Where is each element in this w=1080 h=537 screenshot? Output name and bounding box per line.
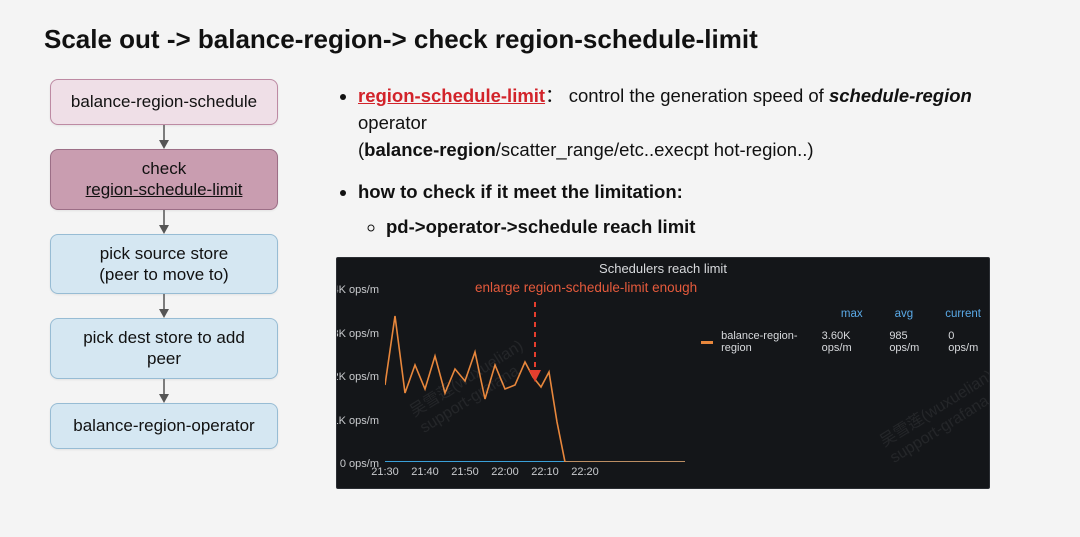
watermark: 吴雪莲(wuxuelian) support-grafana [877, 367, 990, 468]
chart-legend: max avg current balance-region-region 3.… [701, 308, 981, 354]
legend-col-max: max [841, 308, 863, 320]
legend-swatch-icon [701, 341, 713, 344]
bold: balance-region [364, 139, 496, 160]
check-head: how to check if it meet the limitation: [358, 181, 683, 202]
legend-series-name: balance-region-region [721, 330, 814, 354]
note-region-schedule-limit: region-schedule-limit： control the gener… [358, 83, 1040, 163]
annotation-arrowhead [529, 370, 541, 382]
y-tick: 2K ops/m [336, 371, 379, 383]
flow-arrow-icon [156, 210, 172, 234]
flow-box-pick-dest: pick dest store to add peer [50, 318, 278, 379]
slide-title: Scale out -> balance-region-> check regi… [44, 24, 1040, 55]
chart-title: Schedulers reach limit [337, 261, 989, 276]
legend-col-avg: avg [895, 308, 914, 320]
note-how-to-check: how to check if it meet the limitation: … [358, 179, 1040, 241]
flow-box-label-underline: region-schedule-limit [86, 179, 243, 200]
notes-list: region-schedule-limit： control the gener… [336, 83, 1040, 241]
em: schedule-region [829, 85, 972, 106]
legend-values: 3.60K ops/m 985 ops/m 0 ops/m [822, 330, 981, 354]
legend-header: max avg current [701, 308, 981, 320]
check-sub-item: pd->operator->schedule reach limit [386, 214, 1040, 241]
text: operator [358, 112, 427, 133]
y-tick: 1K ops/m [336, 415, 379, 427]
legend-row[interactable]: balance-region-region 3.60K ops/m 985 op… [701, 330, 981, 354]
chart-panel: Schedulers reach limit enlarge region-sc… [336, 257, 990, 489]
chart-plot-area [385, 292, 685, 462]
region-schedule-limit-term: region-schedule-limit [358, 85, 545, 106]
flow-box-operator: balance-region-operator [50, 403, 278, 449]
flow-box-label: peer [147, 348, 181, 369]
flow-box-label: pick source store [100, 243, 229, 264]
flow-box-label: check [142, 158, 186, 179]
legend-cur-value: 0 ops/m [948, 330, 981, 354]
series-line [385, 316, 685, 462]
flow-box-label: pick dest store to add [83, 327, 245, 348]
sep: ： [545, 85, 564, 106]
legend-max-value: 3.60K ops/m [822, 330, 874, 354]
flow-box-check-limit: check region-schedule-limit [50, 149, 278, 210]
flowchart: balance-region-schedule check region-sch… [40, 79, 288, 449]
slide: Scale out -> balance-region-> check regi… [0, 0, 1080, 537]
legend-col-current: current [945, 308, 981, 320]
flow-box-schedule: balance-region-schedule [50, 79, 278, 125]
main-row: balance-region-schedule check region-sch… [40, 79, 1040, 489]
flow-box-label: (peer to move to) [99, 264, 228, 285]
flow-arrow-icon [156, 125, 172, 149]
y-tick: 4K ops/m [336, 284, 379, 296]
text: control the generation speed of [564, 85, 829, 106]
y-axis: 4K ops/m 3K ops/m 2K ops/m 1K ops/m 0 op… [337, 290, 383, 464]
y-tick: 3K ops/m [336, 328, 379, 340]
flow-box-label: balance-region-operator [73, 415, 254, 436]
notes-column: region-schedule-limit： control the gener… [288, 79, 1040, 489]
legend-avg-value: 985 ops/m [889, 330, 932, 354]
paren-rest: /scatter_range/etc..execpt hot-region..) [496, 139, 814, 160]
flow-box-pick-source: pick source store (peer to move to) [50, 234, 278, 295]
flow-box-label: balance-region-schedule [71, 91, 257, 112]
check-sub: pd->operator->schedule reach limit [386, 216, 695, 237]
x-tick: 22:20 [560, 466, 610, 478]
flow-arrow-icon [156, 294, 172, 318]
flow-arrow-icon [156, 379, 172, 403]
chart-svg [385, 292, 685, 462]
